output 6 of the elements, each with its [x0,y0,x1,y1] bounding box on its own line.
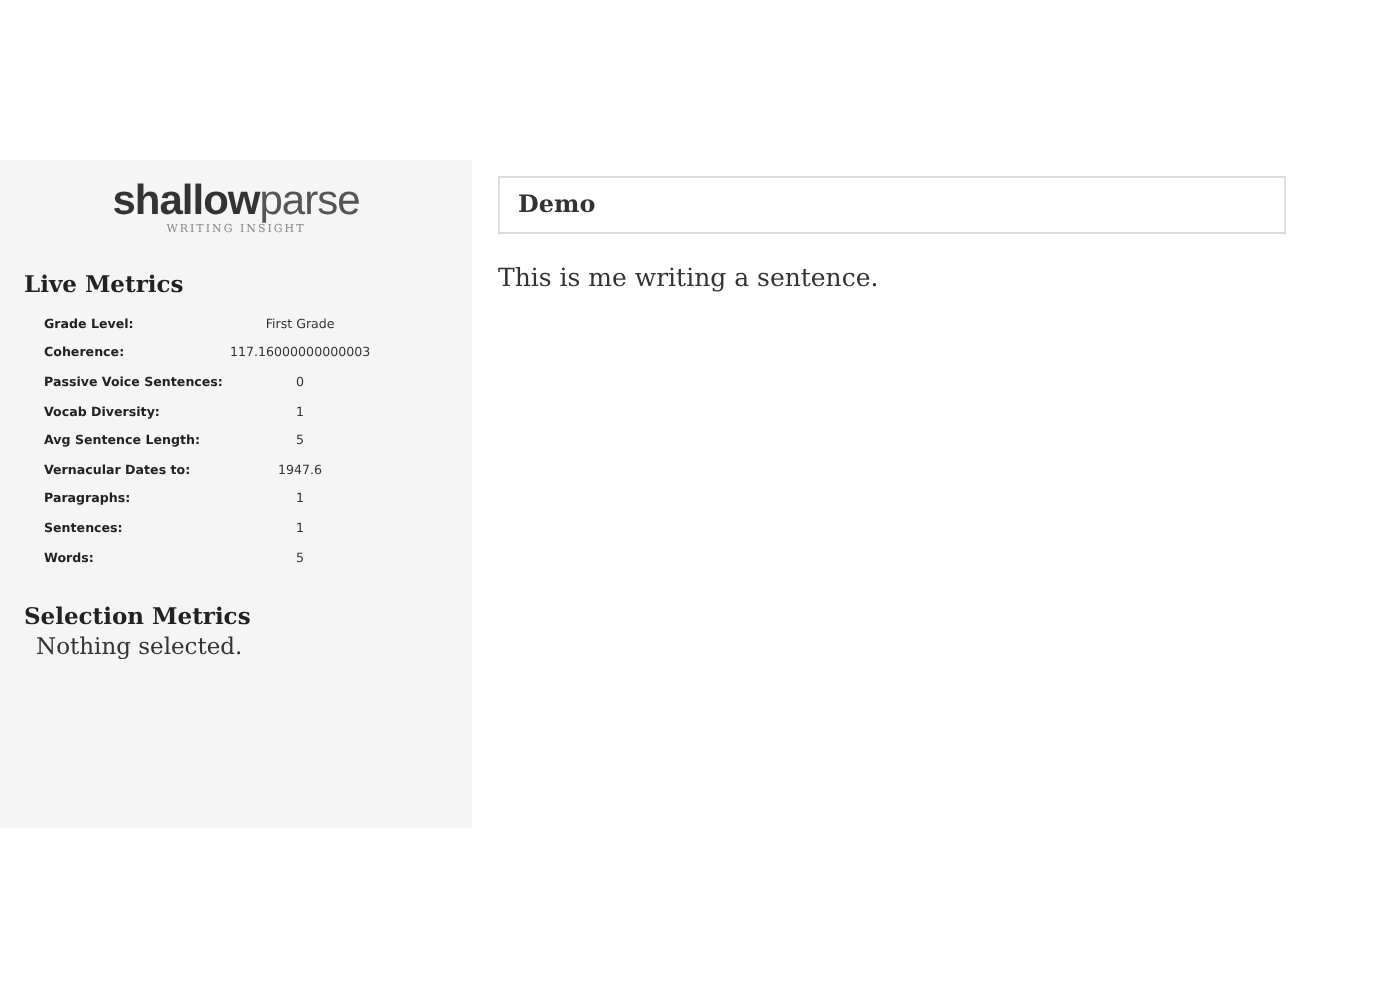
body-text[interactable]: This is me writing a sentence. [498,262,1286,292]
title-field[interactable]: Demo [498,176,1286,234]
logo: shallowparse [110,176,362,224]
section-title: Live Metrics [22,270,186,298]
section-title: Selection Metrics [22,602,253,631]
selection-message: Nothing selected. [34,632,245,661]
